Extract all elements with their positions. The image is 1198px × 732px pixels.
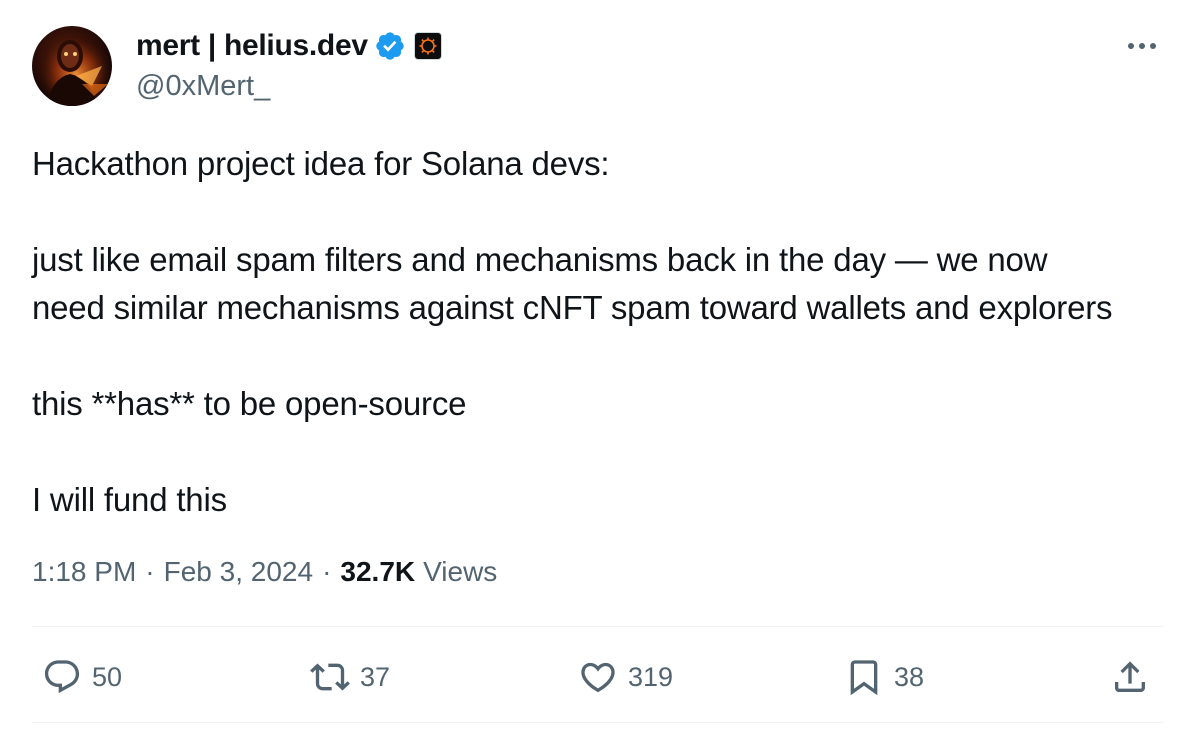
bookmark-button[interactable]: 38	[844, 650, 924, 704]
share-button[interactable]	[1110, 650, 1150, 704]
tweet-line-blank	[32, 188, 1172, 236]
divider-top	[32, 626, 1164, 627]
divider-bottom	[32, 722, 1164, 723]
tweet-line-blank	[32, 332, 1172, 380]
tweet-line: this **has** to be open-source	[32, 385, 467, 422]
display-name[interactable]: mert | helius.dev	[136, 29, 368, 63]
bookmark-count: 38	[894, 661, 925, 692]
tweet-time[interactable]: 1:18 PM	[32, 556, 136, 588]
share-icon	[1115, 661, 1145, 692]
retweet-icon	[310, 663, 350, 691]
tweet-date[interactable]: Feb 3, 2024	[164, 556, 313, 588]
meta-separator: ·	[145, 556, 155, 587]
affiliate-badge-icon[interactable]	[413, 32, 442, 60]
tweet: mert | helius.dev @0xMert_ Hackathon pro…	[0, 0, 1198, 732]
like-button[interactable]: 319	[578, 650, 673, 704]
verified-badge-icon[interactable]	[374, 30, 406, 62]
tweet-line: need similar mechanisms against cNFT spa…	[32, 289, 1113, 326]
avatar[interactable]	[32, 26, 112, 106]
views-count[interactable]: 32.7K	[340, 556, 415, 588]
reply-button[interactable]: 50	[42, 650, 122, 704]
tweet-line-blank	[32, 428, 1172, 476]
retweet-count: 37	[360, 661, 391, 692]
bookmark-icon	[850, 660, 878, 696]
tweet-line: I will fund this	[32, 481, 227, 518]
tweet-line: Hackathon project idea for Solana devs:	[32, 145, 610, 182]
tweet-meta: 1:18 PM · Feb 3, 2024 · 32.7K Views	[32, 556, 497, 588]
tweet-line: just like email spam filters and mechani…	[32, 241, 1048, 278]
views-label[interactable]: Views	[423, 556, 497, 588]
tweet-text: Hackathon project idea for Solana devs: …	[32, 140, 1172, 524]
action-bar: 50 37 319 38	[32, 650, 1164, 704]
like-count: 319	[628, 661, 674, 692]
more-dots-icon	[1128, 43, 1156, 49]
author-handle[interactable]: @0xMert_	[136, 70, 270, 103]
meta-separator: ·	[322, 556, 332, 587]
more-options-button[interactable]	[1120, 30, 1164, 62]
reply-icon	[44, 660, 80, 694]
retweet-button[interactable]: 37	[310, 650, 390, 704]
author-name-row: mert | helius.dev	[136, 28, 442, 64]
reply-count: 50	[92, 661, 123, 692]
heart-icon	[581, 662, 615, 693]
